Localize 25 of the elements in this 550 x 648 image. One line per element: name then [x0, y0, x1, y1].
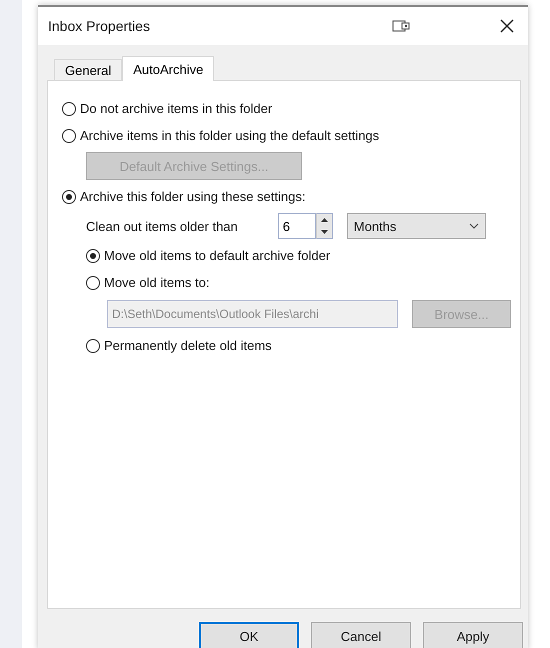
- radio-button[interactable]: [86, 276, 100, 290]
- radio-label: Archive items in this folder using the default settings: [80, 128, 380, 144]
- radio-label: Do not archive items in this folder: [80, 101, 272, 116]
- radio-label: Move old items to:: [104, 275, 210, 290]
- radio-label: Permanently delete old items: [104, 338, 272, 354]
- dialog-button[interactable]: Apply: [423, 622, 523, 648]
- age-field[interactable]: 6: [278, 213, 316, 240]
- radio-label: Archive this folder using these settings:: [80, 189, 306, 204]
- spin-buttons[interactable]: [316, 213, 333, 240]
- window-icon: [392, 20, 410, 32]
- close-icon[interactable]: [500, 18, 514, 33]
- tab[interactable]: General: [54, 59, 122, 80]
- dialog-button[interactable]: Cancel: [311, 622, 411, 648]
- radio-button[interactable]: [62, 128, 76, 143]
- window-title: Inbox Properties: [48, 18, 151, 34]
- radio-button[interactable]: [62, 190, 76, 204]
- chevron-down-icon: [468, 223, 479, 230]
- radio-button[interactable]: [86, 248, 100, 263]
- radio-button[interactable]: [62, 102, 76, 116]
- tab[interactable]: AutoArchive: [122, 56, 214, 82]
- radio-label: Move old items to default archive folder: [104, 248, 330, 264]
- dialog-button[interactable]: OK: [199, 622, 299, 648]
- radio-button[interactable]: [86, 338, 100, 353]
- clean-out-label: Clean out items older than: [86, 218, 238, 234]
- unit-dropdown[interactable]: Months: [346, 213, 486, 240]
